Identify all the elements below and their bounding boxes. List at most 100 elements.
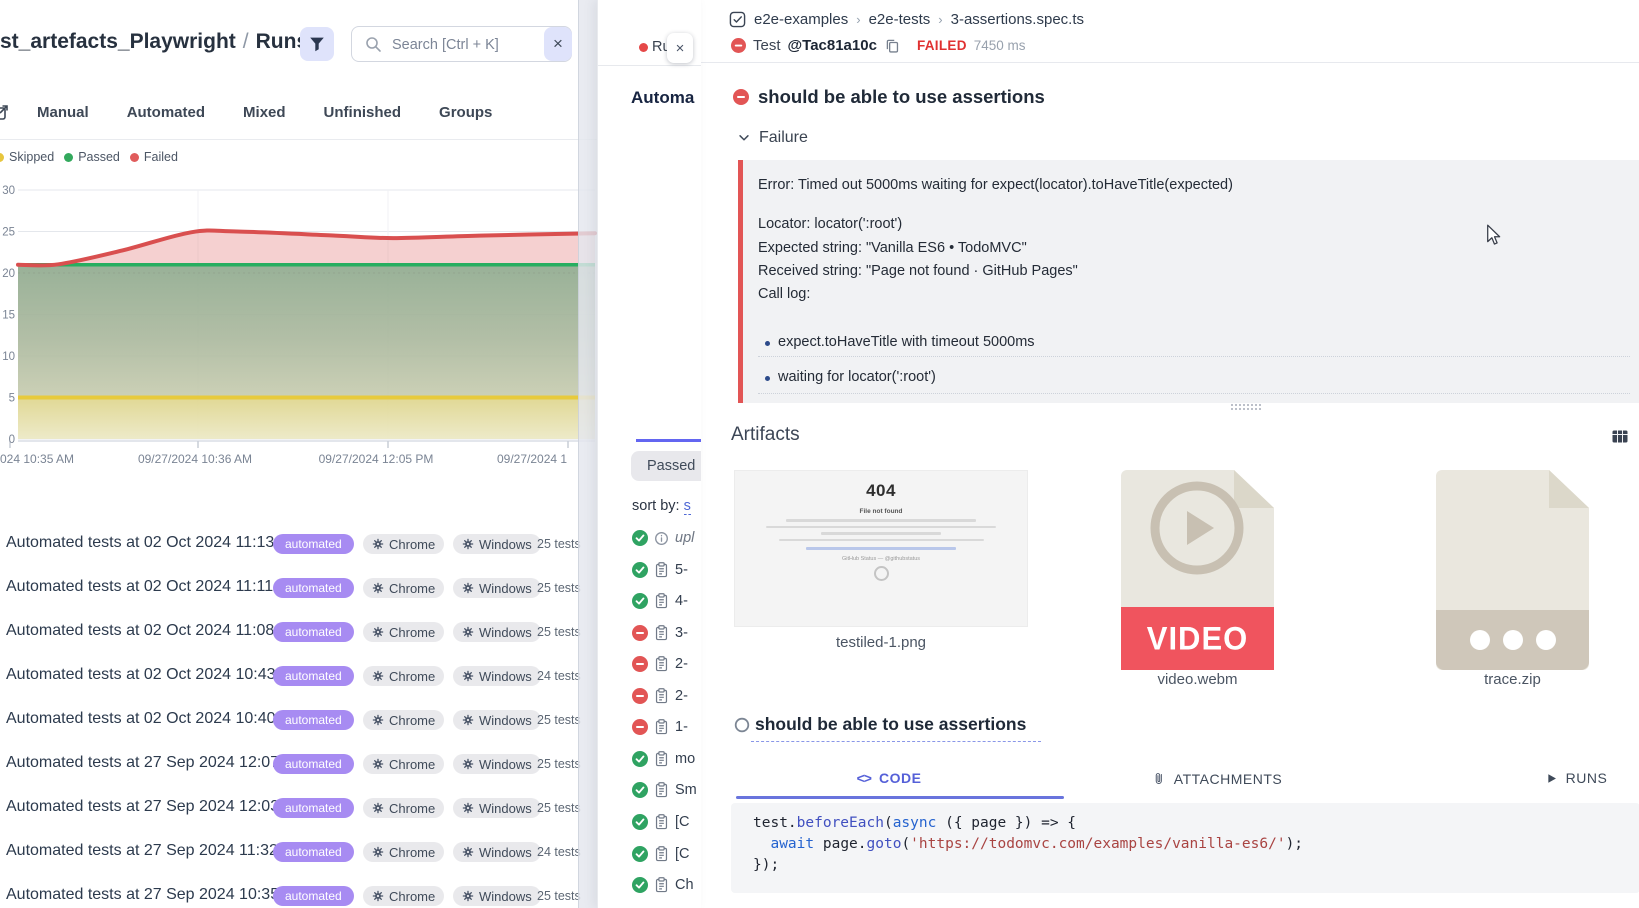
gear-icon bbox=[372, 538, 384, 550]
run-list-item[interactable]: Automated tests at 02 Oct 2024 11:13auto… bbox=[0, 531, 578, 561]
test-result-item[interactable]: Sm bbox=[632, 780, 697, 800]
run-type-badge: automated bbox=[273, 886, 354, 906]
run-status-dot bbox=[639, 43, 648, 52]
run-list-item[interactable]: Automated tests at 27 Sep 2024 12:07auto… bbox=[0, 751, 578, 781]
panel-close-button[interactable]: × bbox=[544, 27, 572, 61]
env-chip-chrome: Chrome bbox=[363, 666, 444, 686]
legend-item-passed: Passed bbox=[64, 150, 120, 164]
breadcrumb-segment[interactable]: 3-assertions.spec.ts bbox=[951, 11, 1084, 28]
run-title: Automated tests at 02 Oct 2024 10:40 bbox=[6, 710, 276, 728]
test-result-item[interactable]: Ch bbox=[632, 875, 694, 895]
env-chip-windows: Windows bbox=[453, 534, 541, 554]
test-result-item[interactable]: mo bbox=[632, 749, 695, 769]
sort-by-link[interactable]: s bbox=[684, 498, 691, 515]
second-test-title[interactable]: should be able to use assertions bbox=[755, 714, 1026, 735]
runs-sync-icon[interactable] bbox=[0, 104, 9, 121]
runs-filter-tab-groups[interactable]: Groups bbox=[439, 104, 492, 121]
runs-filter-tab-mixed[interactable]: Mixed bbox=[243, 104, 286, 121]
test-result-label: [C bbox=[675, 814, 690, 830]
handle-dot bbox=[1243, 404, 1245, 406]
env-chip-label: Windows bbox=[479, 713, 532, 728]
test-result-item[interactable]: 2- bbox=[632, 686, 688, 706]
test-result-label: 1- bbox=[675, 719, 688, 735]
breadcrumb-segments: e2e-examples›e2e-tests›3-assertions.spec… bbox=[754, 11, 1084, 28]
test-result-label: 5- bbox=[675, 562, 688, 578]
tab-attachments[interactable]: ATTACHMENTS bbox=[1152, 770, 1282, 787]
handle-dot bbox=[1231, 408, 1233, 410]
test-result-item[interactable]: 4- bbox=[632, 591, 688, 611]
breadcrumb-segment[interactable]: e2e-tests bbox=[869, 11, 931, 28]
passed-filter-button[interactable]: Passed bbox=[631, 451, 701, 481]
test-result-label: mo bbox=[675, 751, 695, 767]
status-passed-icon bbox=[632, 877, 648, 893]
status-failed-icon bbox=[632, 625, 648, 641]
resize-handle[interactable] bbox=[1231, 404, 1263, 412]
handle-dot bbox=[1259, 404, 1261, 406]
env-chip-label: Chrome bbox=[389, 669, 435, 684]
test-result-item[interactable]: [C bbox=[632, 844, 690, 864]
status-passed-icon bbox=[632, 530, 648, 546]
run-list-item[interactable]: Automated tests at 02 Oct 2024 11:08auto… bbox=[0, 619, 578, 649]
tab-label: CODE bbox=[879, 770, 921, 786]
run-list-item[interactable]: Automated tests at 27 Sep 2024 10:35auto… bbox=[0, 883, 578, 908]
run-title: Automated tests at 02 Oct 2024 11:11 bbox=[6, 578, 273, 596]
tab-code[interactable]: <>CODE bbox=[857, 770, 922, 786]
status-passed-icon bbox=[632, 593, 648, 609]
runs-trend-chart: 051015202530 bbox=[0, 172, 597, 472]
artifact-image-label[interactable]: testiled-1.png bbox=[734, 634, 1028, 651]
circle-outline-icon bbox=[734, 717, 750, 733]
env-chip-label: Chrome bbox=[389, 713, 435, 728]
runs-filter-tab-automated[interactable]: Automated bbox=[127, 104, 205, 121]
breadcrumb-separator: / bbox=[236, 30, 256, 53]
test-result-item[interactable]: 2- bbox=[632, 654, 688, 674]
code-block: test.beforeEach(async ({ page }) => { aw… bbox=[731, 803, 1639, 893]
search-input[interactable] bbox=[390, 29, 544, 60]
folded-corner bbox=[1549, 470, 1589, 508]
filter-button[interactable] bbox=[300, 27, 334, 61]
passed-check-icon bbox=[632, 877, 648, 893]
artifact-video-card[interactable]: VIDEO bbox=[1121, 470, 1274, 670]
runs-filter-tab-manual[interactable]: Manual bbox=[37, 104, 89, 121]
play-circle-icon bbox=[1147, 478, 1247, 578]
test-result-item[interactable]: upl bbox=[632, 528, 694, 548]
error-message-line: Received string: "Page not found · GitHu… bbox=[758, 263, 1078, 279]
tab-runs[interactable]: RUNS bbox=[1547, 770, 1608, 786]
run-list-item[interactable]: Automated tests at 02 Oct 2024 10:40auto… bbox=[0, 707, 578, 737]
video-banner-text: VIDEO bbox=[1147, 620, 1248, 658]
run-list-item[interactable]: Automated tests at 02 Oct 2024 11:11auto… bbox=[0, 575, 578, 605]
drawer-close-button[interactable]: × bbox=[667, 33, 693, 63]
env-chip-chrome: Chrome bbox=[363, 710, 444, 730]
run-list-item[interactable]: Automated tests at 27 Sep 2024 11:32auto… bbox=[0, 839, 578, 869]
artifact-video-label[interactable]: video.webm bbox=[1121, 671, 1274, 688]
copy-icon[interactable] bbox=[884, 38, 900, 54]
run-list-item[interactable]: Automated tests at 27 Sep 2024 12:03auto… bbox=[0, 795, 578, 825]
gear-icon bbox=[372, 802, 384, 814]
artifact-trace-card[interactable] bbox=[1436, 470, 1589, 670]
runs-filter-tab-unfinished[interactable]: Unfinished bbox=[324, 104, 402, 121]
run-type-badge: automated bbox=[273, 534, 354, 554]
failure-section-toggle[interactable]: Failure bbox=[737, 129, 808, 147]
test-result-item[interactable]: 3- bbox=[632, 623, 688, 643]
svg-text:5: 5 bbox=[9, 393, 15, 405]
run-list-item[interactable]: Automated tests at 02 Oct 2024 10:43auto… bbox=[0, 663, 578, 693]
handle-dot bbox=[1235, 408, 1237, 410]
test-result-item[interactable]: 5- bbox=[632, 560, 688, 580]
passed-filter-label: Passed bbox=[647, 458, 695, 474]
legend-dot bbox=[64, 153, 73, 162]
chart-legend: SkippedPassedFailed bbox=[0, 150, 178, 164]
artifact-zip-label[interactable]: trace.zip bbox=[1436, 671, 1589, 688]
status-passed-icon bbox=[632, 562, 648, 578]
test-result-item[interactable]: [C bbox=[632, 812, 690, 832]
clipboard-icon bbox=[654, 877, 669, 893]
test-result-item[interactable]: 1- bbox=[632, 717, 688, 737]
passed-check-icon bbox=[632, 782, 648, 798]
breadcrumb-segment[interactable]: e2e-examples bbox=[754, 11, 848, 28]
test-result-label: 2- bbox=[675, 688, 688, 704]
second-test-title-row: should be able to use assertions bbox=[734, 714, 1026, 735]
code-line: }); bbox=[753, 855, 1639, 876]
tabs-divider bbox=[0, 139, 597, 140]
thumb-blur-line bbox=[821, 532, 941, 535]
artifact-screenshot-thumbnail[interactable]: 404 File not found GitHub Status — @gith… bbox=[734, 470, 1028, 627]
clipboard-icon bbox=[654, 782, 669, 798]
grid-view-icon[interactable] bbox=[1612, 430, 1628, 443]
